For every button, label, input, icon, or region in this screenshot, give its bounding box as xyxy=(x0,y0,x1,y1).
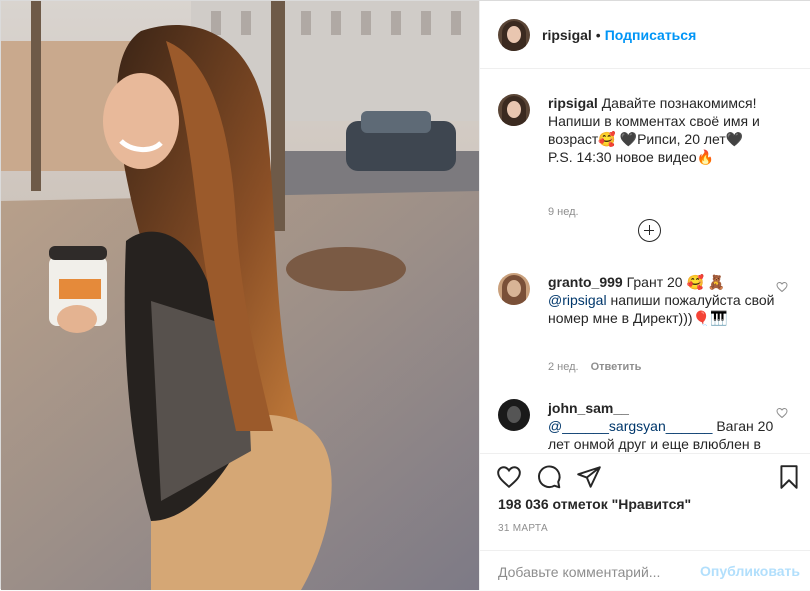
reply-button[interactable]: Ответить xyxy=(591,361,642,373)
caption-time[interactable]: 9 нед. xyxy=(548,206,579,218)
comment-time[interactable]: 2 нед. xyxy=(548,361,579,373)
post-photo[interactable] xyxy=(1,1,479,590)
send-icon[interactable] xyxy=(576,464,602,490)
post-actions: 198 036 отметок "Нравится" 31 МАРТА Опуб… xyxy=(480,453,810,590)
post-photo-image xyxy=(1,1,479,590)
caption-line-3: P.S. 14:30 новое видео xyxy=(548,149,697,165)
comment-username[interactable]: granto_999 xyxy=(548,274,623,290)
black-heart-emoji: 🖤 xyxy=(725,131,744,147)
comment-text: granto_999 Грант 20 🥰 🧸 @ripsigal напиши… xyxy=(548,273,778,327)
separator-dot: • xyxy=(595,26,601,43)
caption-text: ripsigal Давайте познакомимся! Напиши в … xyxy=(548,94,793,166)
add-comment-row: Опубликовать xyxy=(480,550,810,591)
comment-username[interactable]: john_sam__ xyxy=(548,400,629,416)
comment-icon[interactable] xyxy=(536,464,562,490)
commenter-avatar[interactable] xyxy=(498,399,530,431)
caption-username[interactable]: ripsigal xyxy=(548,95,598,111)
post-header: ripsigal • Подписаться xyxy=(480,1,810,69)
heart-icon[interactable] xyxy=(496,464,522,490)
smiling-hearts-emoji: 🥰 xyxy=(598,131,616,147)
caption-line-2: Рипси, 20 лет xyxy=(637,131,726,147)
comment-text: john_sam__ @______sargsyan______ Ваган 2… xyxy=(548,399,778,453)
author-avatar[interactable] xyxy=(498,18,530,51)
comment-body: Грант 20 🥰 🧸 xyxy=(626,274,726,290)
likes-count[interactable]: 198 036 отметок "Нравится" xyxy=(498,496,691,512)
comments-list[interactable]: ripsigal Давайте познакомимся! Напиши в … xyxy=(480,70,810,453)
plus-circle-icon[interactable] xyxy=(638,219,661,242)
add-comment-input[interactable] xyxy=(498,563,688,581)
commenter-avatar[interactable] xyxy=(498,273,530,305)
post-date[interactable]: 31 МАРТА xyxy=(498,523,548,534)
bookmark-icon[interactable] xyxy=(776,464,802,490)
comment-meta: 2 нед. Ответить xyxy=(548,361,641,373)
caption-avatar[interactable] xyxy=(498,94,530,126)
comment-mention[interactable]: @ripsigal xyxy=(548,292,607,308)
follow-button[interactable]: Подписаться xyxy=(605,27,697,43)
heart-icon[interactable] xyxy=(776,281,788,293)
comment-mention[interactable]: @______sargsyan______ xyxy=(548,418,712,434)
author-username[interactable]: ripsigal xyxy=(542,27,592,43)
black-heart-emoji: 🖤 xyxy=(619,131,638,147)
post-side-panel: ripsigal • Подписаться ripsigal Давайте … xyxy=(479,1,810,590)
heart-icon[interactable] xyxy=(776,407,788,419)
instagram-post-modal: ripsigal • Подписаться ripsigal Давайте … xyxy=(0,0,810,590)
publish-button[interactable]: Опубликовать xyxy=(700,563,800,579)
fire-emoji: 🔥 xyxy=(696,149,715,165)
